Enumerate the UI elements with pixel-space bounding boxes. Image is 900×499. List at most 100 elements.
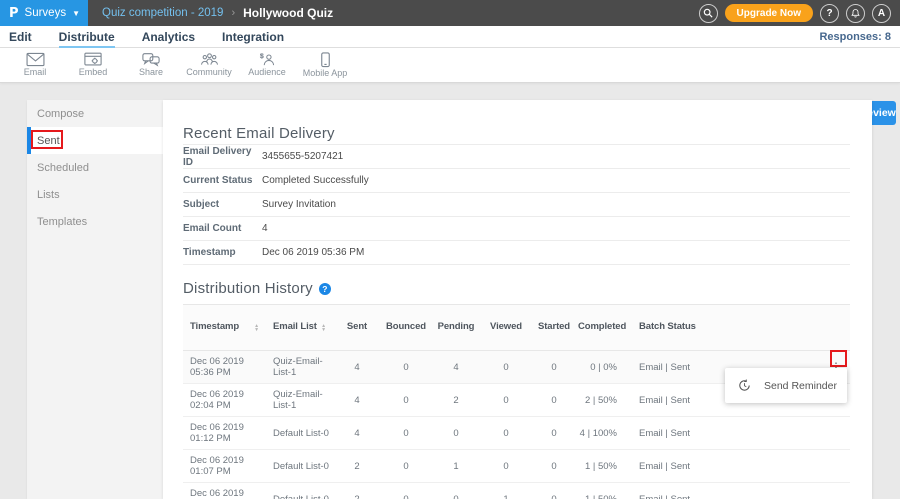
toolbar-item-label: Mobile App xyxy=(296,68,354,78)
column-header-pending: Pending xyxy=(431,305,481,351)
cell-bounced: 0 xyxy=(381,483,431,499)
table-row: Dec 06 2019 01:07 PM Default List-0 2 0 … xyxy=(183,450,850,483)
cell-viewed: 0 xyxy=(481,384,531,417)
cell-completed: 0 | 0% xyxy=(577,351,637,384)
sidebar-item-compose[interactable]: Compose xyxy=(27,100,163,127)
questionpro-app: P Surveys ▼ Quiz competition - 2019 › Ho… xyxy=(0,0,900,499)
cell-started: 0 xyxy=(531,417,577,450)
row-actions-menu: Send Reminder xyxy=(725,368,847,403)
responses-count[interactable]: Responses: 8 xyxy=(819,31,900,43)
detail-row: Email Delivery ID 3455655-5207421 xyxy=(183,145,850,169)
detail-label: Current Status xyxy=(183,175,262,186)
toolbar-item-email[interactable]: Email xyxy=(6,48,64,82)
toolbar-item-label: Embed xyxy=(64,67,122,77)
cell-pending: 1 xyxy=(431,450,481,483)
help-button[interactable]: ? xyxy=(820,4,839,23)
tab-analytics[interactable]: Analytics xyxy=(142,26,195,48)
detail-label: Email Delivery ID xyxy=(183,146,262,168)
cell-batch-status: Email | Sent xyxy=(637,483,707,499)
cell-pending: 0 xyxy=(431,483,481,499)
surveys-menu-label: Surveys xyxy=(25,7,67,19)
sort-icon[interactable]: ▲▼ xyxy=(254,324,259,332)
recent-email-delivery-title: Recent Email Delivery xyxy=(183,125,850,142)
cell-timestamp: Dec 06 2019 05:36 PM xyxy=(183,351,266,384)
send-reminder-menu-item[interactable]: Send Reminder xyxy=(764,380,837,392)
svg-text:$: $ xyxy=(260,53,264,60)
cell-sent: 2 xyxy=(333,483,381,499)
column-label: Timestamp xyxy=(190,320,239,334)
toolbar-item-label: Audience xyxy=(238,67,296,77)
column-header-batch-status: Batch Status xyxy=(637,305,707,351)
cell-started: 0 xyxy=(531,384,577,417)
cell-timestamp: Dec 06 2019 12:37 PM xyxy=(183,483,266,499)
detail-label: Timestamp xyxy=(183,247,262,258)
distribute-toolbar: Email Embed Share xyxy=(0,48,900,83)
sent-content-panel: Recent Email Delivery Email Delivery ID … xyxy=(163,100,872,499)
toolbar-item-audience[interactable]: $ Audience xyxy=(238,48,296,82)
toolbar-item-mobile-app[interactable]: Mobile App xyxy=(296,48,354,82)
tab-integration[interactable]: Integration xyxy=(222,26,284,48)
chevron-down-icon: ▼ xyxy=(72,9,80,18)
sidebar-item-sent[interactable]: Sent xyxy=(27,127,163,154)
distribution-history-title: Distribution History xyxy=(183,280,313,297)
cell-pending: 2 xyxy=(431,384,481,417)
toolbar-item-share[interactable]: Share xyxy=(122,48,180,82)
recent-email-delivery-details: Email Delivery ID 3455655-5207421 Curren… xyxy=(183,144,850,265)
distribution-history-help-icon[interactable]: ? xyxy=(319,283,331,295)
detail-row: Current Status Completed Successfully xyxy=(183,169,850,193)
distribute-sidebar: Compose Sent Scheduled Lists Templates xyxy=(27,100,163,499)
cell-email-list: Quiz-Email-List-1 xyxy=(266,384,333,417)
cell-completed: 1 | 50% xyxy=(577,483,637,499)
cell-completed: 2 | 50% xyxy=(577,384,637,417)
survey-tab-bar: Edit Distribute Analytics Integration Re… xyxy=(0,26,900,48)
surveys-menu[interactable]: P Surveys ▼ xyxy=(0,0,88,26)
toolbar-item-embed[interactable]: Embed xyxy=(64,48,122,82)
sort-icon[interactable]: ▲▼ xyxy=(321,324,326,332)
table-row: Dec 06 2019 01:12 PM Default List-0 4 0 … xyxy=(183,417,850,450)
breadcrumb-separator-icon: › xyxy=(231,7,235,19)
cell-bounced: 0 xyxy=(381,384,431,417)
cell-completed: 1 | 50% xyxy=(577,450,637,483)
sidebar-item-templates[interactable]: Templates xyxy=(27,208,163,235)
cell-timestamp: Dec 06 2019 01:07 PM xyxy=(183,450,266,483)
share-icon xyxy=(142,52,160,67)
send-reminder-icon xyxy=(738,379,751,392)
cell-batch-status: Email | Sent xyxy=(637,384,707,417)
bell-icon xyxy=(850,8,861,19)
cell-email-list: Default List-0 xyxy=(266,483,333,499)
cell-sent: 2 xyxy=(333,450,381,483)
search-button[interactable] xyxy=(699,4,718,23)
detail-value: 4 xyxy=(262,223,268,234)
tab-edit[interactable]: Edit xyxy=(9,26,32,48)
toolbar-item-community[interactable]: Community xyxy=(180,48,238,82)
cell-started: 0 xyxy=(531,450,577,483)
cell-pending: 0 xyxy=(431,417,481,450)
sidebar-item-lists[interactable]: Lists xyxy=(27,181,163,208)
avatar[interactable]: A xyxy=(872,4,891,23)
cell-bounced: 0 xyxy=(381,450,431,483)
tab-distribute[interactable]: Distribute xyxy=(59,26,115,48)
notifications-button[interactable] xyxy=(846,4,865,23)
column-header-email-list[interactable]: Email List ▲▼ xyxy=(266,305,333,351)
cell-batch-status: Email | Sent xyxy=(637,450,707,483)
column-label: Email List xyxy=(273,320,317,334)
breadcrumb-survey-name: Hollywood Quiz xyxy=(243,6,333,20)
cell-started: 0 xyxy=(531,483,577,499)
sidebar-item-scheduled[interactable]: Scheduled xyxy=(27,154,163,181)
column-header-completed: Completed xyxy=(577,305,637,351)
mobile-app-icon xyxy=(318,52,333,68)
column-header-timestamp[interactable]: Timestamp ▲▼ xyxy=(183,305,266,351)
cell-email-list: Default List-0 xyxy=(266,417,333,450)
cell-timestamp: Dec 06 2019 01:12 PM xyxy=(183,417,266,450)
cell-email-list: Default List-0 xyxy=(266,450,333,483)
toolbar-item-label: Community xyxy=(180,67,238,77)
breadcrumb-folder[interactable]: Quiz competition - 2019 xyxy=(102,7,223,19)
cell-timestamp: Dec 06 2019 02:04 PM xyxy=(183,384,266,417)
cell-bounced: 0 xyxy=(381,417,431,450)
column-header-started: Started xyxy=(531,305,577,351)
cell-batch-status: Email | Sent xyxy=(637,417,707,450)
upgrade-now-button[interactable]: Upgrade Now xyxy=(725,4,813,22)
topbar: P Surveys ▼ Quiz competition - 2019 › Ho… xyxy=(0,0,900,26)
detail-value: 3455655-5207421 xyxy=(262,151,343,162)
detail-label: Subject xyxy=(183,199,262,210)
